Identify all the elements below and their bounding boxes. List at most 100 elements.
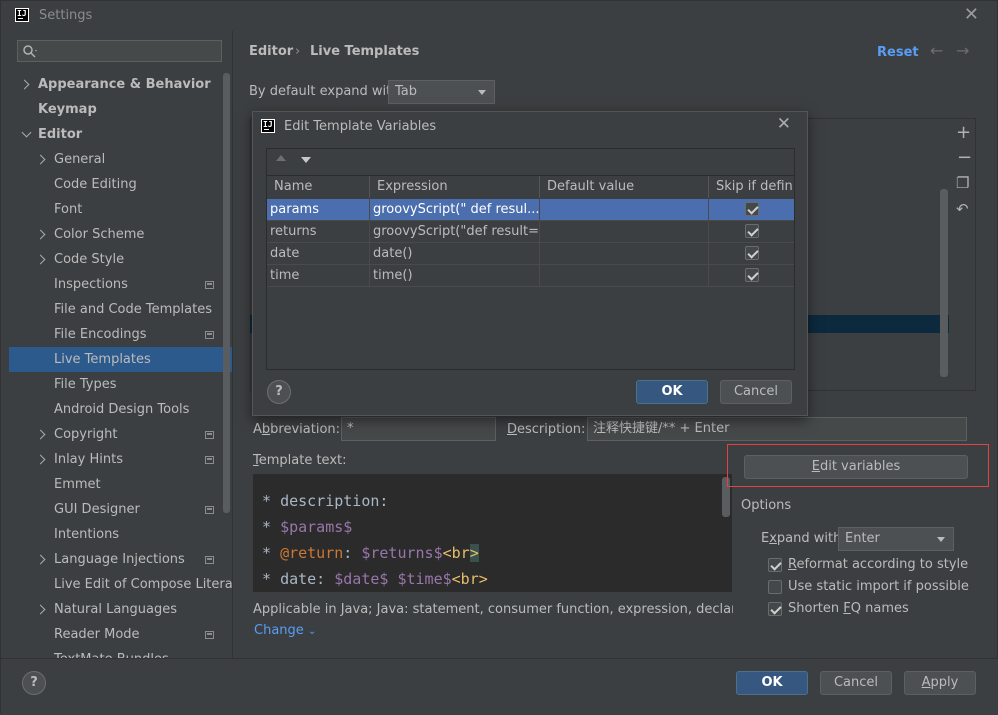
cancel-button[interactable]: Cancel	[820, 671, 892, 695]
settings-tree: Appearance & Behavior Keymap Editor Gene…	[9, 31, 232, 658]
sidebar-item-copyright[interactable]: Copyright	[9, 422, 232, 447]
project-scope-icon	[205, 331, 214, 339]
static-import-label: Use static import if possible	[788, 579, 969, 594]
expand-with-label: Expand with	[761, 531, 842, 546]
template-text-editor[interactable]: * description: * $params$ * @return: $re…	[253, 474, 732, 592]
sidebar-item-language-injections[interactable]: Language Injections	[9, 547, 232, 572]
close-icon[interactable]: ✕	[777, 114, 791, 134]
sidebar-item-editor[interactable]: Editor	[9, 122, 232, 147]
sidebar-item-code-style[interactable]: Code Style	[9, 247, 232, 272]
skip-checkbox[interactable]	[745, 202, 759, 216]
title-bar: IJ Settings ✕	[1, 1, 997, 31]
change-link[interactable]: Change ⌄	[254, 623, 316, 638]
sidebar-item-appearance[interactable]: Appearance & Behavior	[9, 72, 232, 97]
project-scope-icon	[205, 456, 214, 464]
undo-icon[interactable]: ↶	[956, 200, 969, 218]
sidebar-item-textmate-bundles[interactable]: TextMate Bundles	[9, 647, 232, 658]
shorten-fq-checkbox[interactable]	[768, 602, 782, 616]
move-up-icon[interactable]	[276, 155, 286, 161]
chevron-right-icon	[35, 554, 46, 565]
help-button[interactable]: ?	[267, 380, 291, 404]
sidebar-item-file-types[interactable]: File Types	[9, 372, 232, 397]
code-line: * $params$	[262, 518, 353, 536]
abbreviation-label: Abbreviation:	[253, 422, 341, 437]
table-row[interactable]: params groovyScript(" def resul...	[267, 199, 794, 221]
chevron-down-icon	[21, 127, 32, 138]
shorten-fq-label: Shorten FQ names	[788, 601, 909, 616]
back-arrow-icon[interactable]: ←	[930, 41, 943, 60]
template-text-label: Template text:	[253, 453, 347, 468]
sidebar-item-live-templates[interactable]: Live Templates	[9, 347, 232, 372]
window-title: Settings	[39, 8, 93, 23]
chevron-right-icon	[35, 154, 46, 165]
move-down-icon[interactable]	[301, 157, 311, 163]
page-title: Live Templates	[310, 44, 420, 59]
reformat-checkbox[interactable]	[768, 558, 782, 572]
expand-default-select[interactable]: Tab	[388, 80, 495, 104]
project-scope-icon	[205, 431, 214, 439]
chevron-right-icon	[35, 604, 46, 615]
table-row[interactable]: returns groovyScript("def result="...	[267, 221, 794, 243]
sidebar-item-file-code-templates[interactable]: File and Code Templates	[9, 297, 232, 322]
sidebar-item-inlay-hints[interactable]: Inlay Hints	[9, 447, 232, 472]
code-line: * @return: $returns$<br>	[262, 544, 479, 562]
skip-checkbox[interactable]	[745, 224, 759, 238]
sidebar-item-font[interactable]: Font	[9, 197, 232, 222]
sidebar-item-emmet[interactable]: Emmet	[9, 472, 232, 497]
column-header-name[interactable]: Name	[267, 176, 370, 198]
dialog-cancel-button[interactable]: Cancel	[720, 380, 792, 404]
abbreviation-field[interactable]: *	[341, 417, 496, 441]
reset-link[interactable]: Reset	[877, 45, 919, 60]
divider	[232, 31, 233, 658]
sidebar-item-general[interactable]: General	[9, 147, 232, 172]
code-line: * description:	[262, 492, 389, 510]
project-scope-icon	[205, 506, 214, 514]
dialog-ok-button[interactable]: OK	[636, 380, 708, 404]
sidebar-item-color-scheme[interactable]: Color Scheme	[9, 222, 232, 247]
sidebar-scrollbar[interactable]	[223, 73, 230, 513]
column-header-expression[interactable]: Expression	[370, 176, 540, 198]
applicable-contexts: Applicable in Java; Java: statement, con…	[253, 602, 733, 617]
close-icon[interactable]: ✕	[964, 4, 979, 25]
expand-with-select[interactable]: Enter	[838, 527, 954, 551]
code-line: * date: $date$ $time$<br>	[262, 570, 488, 588]
apply-button[interactable]: Apply	[904, 671, 976, 695]
chevron-right-icon	[35, 454, 46, 465]
static-import-checkbox[interactable]	[768, 580, 782, 594]
sidebar-item-gui-designer[interactable]: GUI Designer	[9, 497, 232, 522]
add-icon[interactable]: +	[956, 122, 971, 143]
ok-button[interactable]: OK	[736, 671, 808, 695]
sidebar-item-file-encodings[interactable]: File Encodings	[9, 322, 232, 347]
remove-icon[interactable]: −	[957, 147, 972, 168]
dialog-title: Edit Template Variables	[284, 119, 437, 134]
skip-checkbox[interactable]	[745, 268, 759, 282]
sidebar-item-android-design-tools[interactable]: Android Design Tools	[9, 397, 232, 422]
sidebar-item-reader-mode[interactable]: Reader Mode	[9, 622, 232, 647]
project-scope-icon	[205, 281, 214, 289]
sidebar-item-natural-languages[interactable]: Natural Languages	[9, 597, 232, 622]
sidebar-item-inspections[interactable]: Inspections	[9, 272, 232, 297]
options-heading: Options	[741, 498, 792, 513]
description-field[interactable]: 注释快捷键/** + Enter	[587, 417, 967, 441]
project-scope-icon	[205, 631, 214, 639]
breadcrumb-separator-icon: ›	[295, 44, 301, 59]
chevron-right-icon	[19, 79, 30, 90]
intellij-logo-icon: IJ	[15, 8, 29, 22]
edit-variables-button[interactable]: Edit variables	[744, 455, 968, 479]
help-button[interactable]: ?	[22, 671, 46, 695]
variables-table: Name Expression Default value Skip if de…	[266, 148, 795, 370]
table-row[interactable]: time time()	[267, 265, 794, 287]
table-row[interactable]: date date()	[267, 243, 794, 265]
chevron-down-icon	[478, 90, 486, 95]
skip-checkbox[interactable]	[745, 246, 759, 260]
forward-arrow-icon[interactable]: →	[956, 41, 969, 60]
sidebar-item-code-editing[interactable]: Code Editing	[9, 172, 232, 197]
template-list-scrollbar[interactable]	[940, 189, 948, 377]
breadcrumb-editor[interactable]: Editor	[249, 44, 293, 59]
column-header-skip[interactable]: Skip if defin...	[709, 176, 794, 198]
column-header-default[interactable]: Default value	[540, 176, 709, 198]
sidebar-item-intentions[interactable]: Intentions	[9, 522, 232, 547]
copy-icon[interactable]: ❐	[956, 174, 969, 192]
sidebar-item-keymap[interactable]: Keymap	[9, 97, 232, 122]
sidebar-item-live-edit-compose[interactable]: Live Edit of Compose Litera	[9, 572, 232, 597]
